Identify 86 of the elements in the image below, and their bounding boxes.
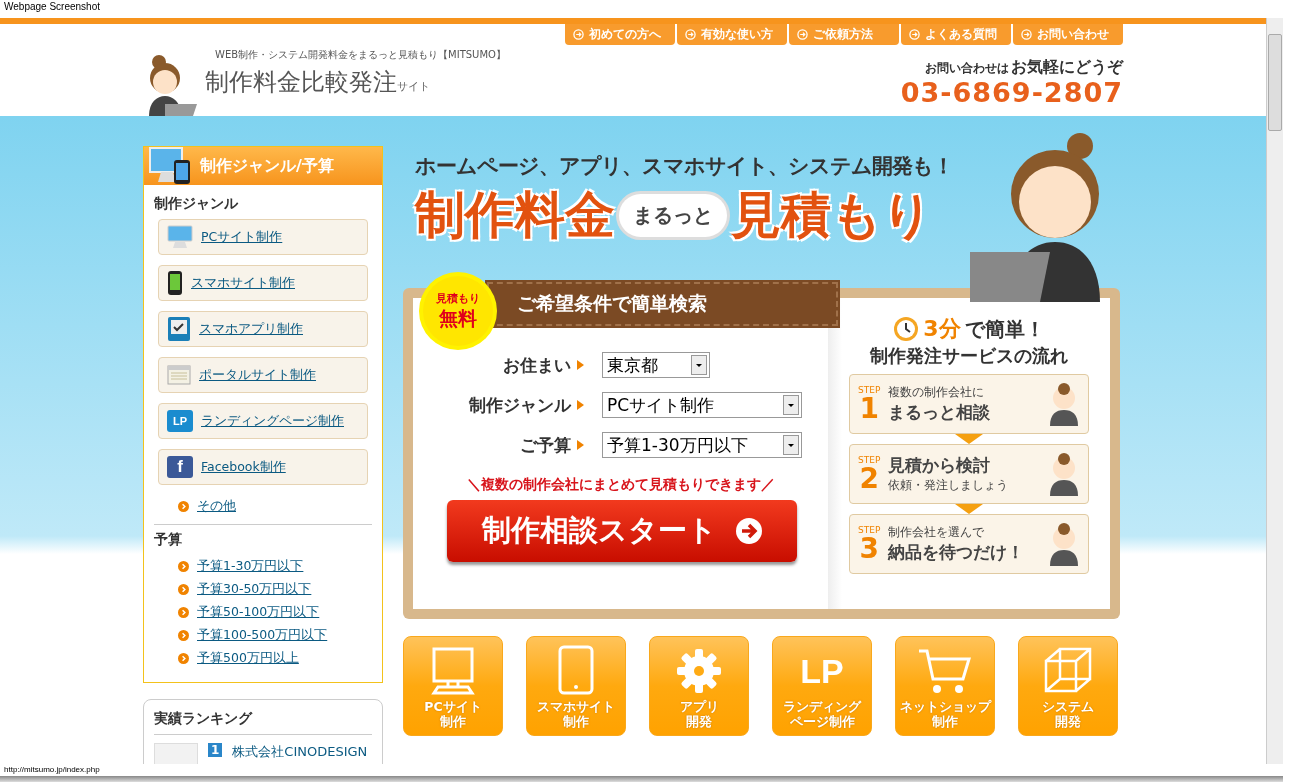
site-tagline: WEB制作・システム開発料金をまるっと見積もり【MITSUMO】	[215, 48, 506, 62]
arrow-circle-icon	[797, 29, 808, 40]
step-text: 依頼・発注しましょう	[888, 477, 1010, 494]
down-triangle-icon	[955, 434, 983, 444]
phone-number: 03-6869-2807	[900, 78, 1123, 108]
flow-title: で簡単！	[964, 315, 1045, 343]
gear-icon	[675, 647, 723, 695]
step-label: STEP	[858, 385, 881, 395]
step-text: 見積から検討	[888, 454, 992, 477]
site-title: 制作料金比較発注	[205, 68, 397, 96]
chevron-bullet-icon	[178, 561, 189, 572]
select-field[interactable]: 予算1-30万円以下	[602, 432, 802, 458]
arrow-circle-icon	[734, 517, 763, 545]
contact-emphasis: お気軽にどうぞ	[1011, 57, 1123, 78]
start-button[interactable]: 制作相談スタート	[447, 500, 797, 562]
section-heading: 予算	[154, 531, 183, 549]
hero-title: 見積もり	[731, 185, 933, 246]
ranking-title: 実績ランキング	[154, 710, 252, 726]
lp-icon: LP	[167, 410, 193, 432]
triangle-icon	[577, 360, 584, 370]
web-page-icon	[167, 365, 191, 385]
budget-link[interactable]: 予算1-30万円以下	[154, 555, 372, 578]
genre-link[interactable]: スマホアプリ制作	[158, 311, 368, 347]
flow-title-highlight: 3分	[923, 315, 961, 343]
monitor-icon	[167, 225, 193, 249]
step-text: 複数の制作会社に	[888, 384, 986, 401]
genre-link[interactable]: PCサイト制作	[158, 219, 368, 255]
step-number: 2	[859, 465, 879, 493]
step-number: 1	[859, 395, 879, 423]
shopping-cart-icon	[917, 649, 973, 695]
step-label: STEP	[858, 455, 881, 465]
checkbox-tablet-icon	[167, 316, 191, 342]
scrollbar[interactable]	[1266, 18, 1283, 764]
arrow-circle-icon	[685, 29, 696, 40]
arrow-circle-icon	[1021, 29, 1032, 40]
chevron-bullet-icon	[178, 653, 189, 664]
field-label: お住まい	[502, 353, 571, 377]
tablet-icon	[558, 645, 594, 695]
monitor-icon	[430, 647, 476, 695]
step-label: STEP	[858, 525, 881, 535]
select-field[interactable]: PCサイト制作	[602, 392, 802, 418]
arrow-circle-icon	[573, 29, 584, 40]
chevron-bullet-icon	[178, 607, 189, 618]
lp-icon: LP	[800, 647, 844, 695]
budget-link[interactable]: 予算500万円以上	[154, 647, 372, 670]
select-field[interactable]: 東京都	[602, 352, 710, 378]
genre-link[interactable]: LP ランディングページ制作	[158, 403, 368, 439]
arrow-circle-icon	[909, 29, 920, 40]
sidebar-title: 制作ジャンル/予算	[200, 155, 334, 177]
chevron-bullet-icon	[178, 630, 189, 641]
genre-link[interactable]: ポータルサイト制作	[158, 357, 368, 393]
budget-link[interactable]: 予算100-500万円以下	[154, 624, 372, 647]
smartphone-icon	[167, 270, 183, 296]
banner-title: ご希望条件で簡単検索	[517, 291, 707, 316]
rank-number: 1	[208, 743, 223, 757]
hero-subtitle: ホームページ、アプリ、スマホサイト、システム開発も！	[415, 153, 954, 180]
badge-text: 無料	[439, 305, 477, 331]
field-label: 制作ジャンル	[468, 393, 571, 417]
chevron-bullet-icon	[178, 584, 189, 595]
budget-link[interactable]: 予算30-50万円以下	[154, 578, 372, 601]
triangle-icon	[577, 440, 584, 450]
clock-icon	[893, 316, 920, 342]
step-text: 納品を待つだけ！	[888, 541, 1026, 564]
field-label: ご予算	[519, 433, 571, 457]
company-link[interactable]: 株式会社CINODESIGN	[232, 743, 368, 761]
window-title: Webpage Screenshot	[3, 0, 101, 14]
chevron-bullet-icon	[178, 501, 189, 512]
triangle-icon	[577, 400, 584, 410]
notice-text: ＼複数の制作会社にまとめて見積もりできます／	[465, 476, 776, 494]
flow-subtitle: 制作発注サービスの流れ	[870, 344, 1068, 368]
step-text: 制作会社を選んで	[888, 524, 986, 541]
contact-lead: お問い合わせは	[925, 60, 1009, 77]
genre-link[interactable]: スマホサイト制作	[158, 265, 368, 301]
genre-link[interactable]: f Facebook制作	[158, 449, 368, 485]
speech-bubble: まるっと	[619, 194, 727, 237]
budget-link[interactable]: 予算50-100万円以下	[154, 601, 372, 624]
step-text: まるっと相談	[888, 401, 992, 424]
down-triangle-icon	[955, 504, 983, 514]
other-link[interactable]: その他	[154, 495, 372, 518]
site-title-suffix: サイト	[397, 80, 430, 93]
step-number: 3	[859, 535, 879, 563]
hero-title: 制作料金	[415, 185, 615, 246]
cube-icon	[1042, 645, 1094, 695]
facebook-icon: f	[167, 456, 193, 478]
badge-text: 見積もり	[436, 290, 480, 306]
section-heading: 制作ジャンル	[154, 195, 239, 213]
